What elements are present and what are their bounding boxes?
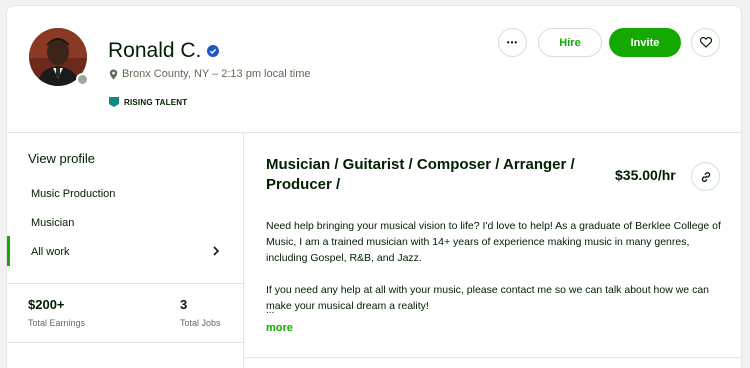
invite-button[interactable]: Invite (609, 28, 681, 57)
sidebar-item-musician[interactable]: Musician (31, 217, 74, 229)
profile-header: Ronald C. Bronx County, NY – 2:13 pm loc… (7, 6, 741, 133)
total-jobs-label: Total Jobs (180, 318, 221, 328)
verified-badge-icon (207, 45, 220, 57)
total-earnings-label: Total Earnings (28, 318, 86, 328)
freelancer-name: Ronald C. (108, 39, 202, 62)
sidebar-item-all-work[interactable]: All work (31, 246, 70, 258)
sidebar-item-music-production[interactable]: Music Production (31, 188, 115, 200)
sidebar-divider (7, 283, 244, 284)
chevron-right-icon[interactable] (211, 246, 221, 256)
location-row: Bronx County, NY – 2:13 pm local time (109, 68, 311, 80)
location-text: Bronx County, NY – 2:13 pm local time (122, 68, 311, 80)
profile-title: Musician / Guitarist / Composer / Arrang… (266, 156, 575, 193)
total-jobs-value: 3 (180, 297, 188, 312)
heart-icon (699, 37, 712, 48)
more-link[interactable]: more (266, 322, 293, 334)
profile-main: Musician / Guitarist / Composer / Arrang… (245, 133, 741, 368)
description-paragraph: If you need any help at all with your mu… (266, 284, 709, 312)
location-pin-icon (109, 69, 118, 79)
hourly-rate: $35.00/hr (615, 167, 676, 183)
main-divider (245, 357, 741, 358)
more-options-button[interactable]: ••• (498, 28, 527, 57)
profile-description: Need help bringing your musical vision t… (266, 218, 726, 330)
online-status-dot (76, 73, 89, 86)
total-earnings-value: $200+ (28, 297, 65, 312)
description-ellipsis: ... (266, 305, 275, 316)
link-icon (701, 171, 710, 182)
rising-talent-badge[interactable]: RISING TALENT (109, 97, 187, 107)
profile-sidebar: View profile Music Production Musician A… (7, 133, 244, 368)
freelancer-name-row: Ronald C. (108, 39, 220, 63)
copy-link-button[interactable] (691, 162, 720, 191)
description-paragraph: Need help bringing your musical vision t… (266, 220, 721, 264)
hire-button[interactable]: Hire (538, 28, 602, 57)
save-freelancer-button[interactable] (691, 28, 720, 57)
rising-talent-icon (109, 97, 119, 107)
badge-label: RISING TALENT (124, 97, 188, 107)
sidebar-divider-bottom (7, 342, 244, 343)
view-profile-heading: View profile (28, 151, 95, 166)
active-indicator (7, 236, 10, 266)
profile-card: Ronald C. Bronx County, NY – 2:13 pm loc… (6, 5, 742, 368)
more-options-icon: ••• (506, 38, 519, 47)
avatar[interactable] (29, 28, 89, 86)
